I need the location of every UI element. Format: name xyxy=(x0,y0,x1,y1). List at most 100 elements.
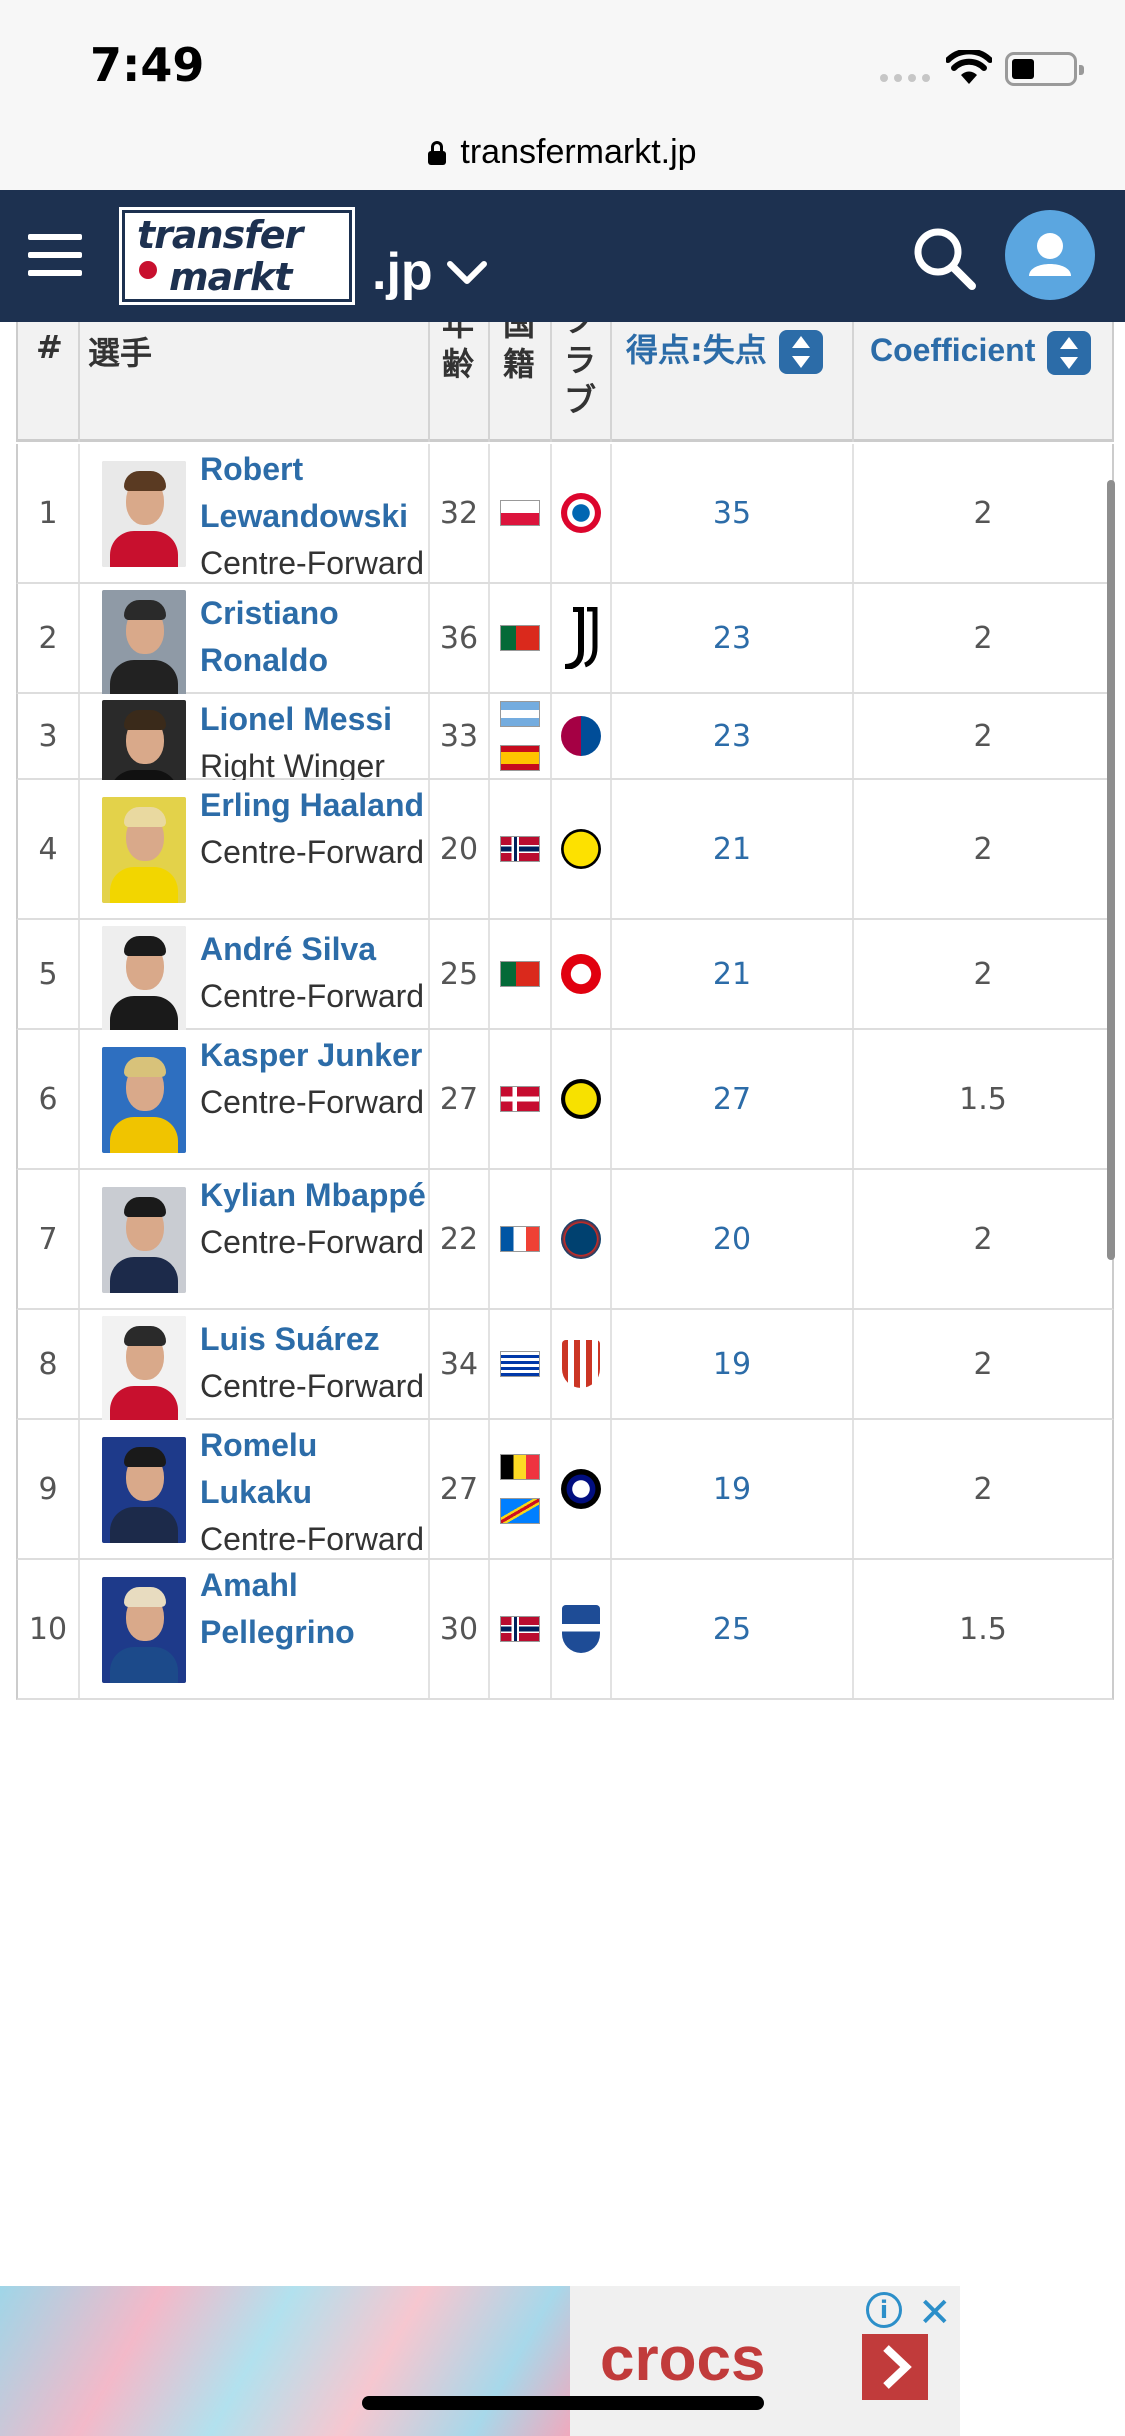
rank-value: 2 xyxy=(38,620,58,656)
player-photo[interactable] xyxy=(102,1577,186,1683)
player-name-link[interactable]: Amahl Pellegrino xyxy=(200,1562,428,1656)
poland-flag-icon[interactable] xyxy=(500,500,540,526)
column-goals-sort[interactable]: 得点:失点 xyxy=(612,322,854,442)
coefficient-cell: 2 xyxy=(854,584,1112,692)
norway-flag-icon[interactable] xyxy=(500,1616,540,1642)
rank-value: 7 xyxy=(38,1221,58,1257)
psg-crest-icon[interactable] xyxy=(561,1219,601,1259)
goals-link[interactable]: 21 xyxy=(713,957,751,992)
user-account-icon[interactable] xyxy=(1005,210,1095,300)
goals-link[interactable]: 21 xyxy=(713,832,751,867)
player-name-link[interactable]: Erling Haaland xyxy=(200,782,428,829)
table-row: 9 Romelu Lukaku Centre-Forward 27 19 2 xyxy=(16,1420,1114,1560)
column-nationality-label: 国 籍 xyxy=(503,322,536,383)
atletico-crest-icon[interactable] xyxy=(562,1340,600,1388)
rank-cell: 5 xyxy=(18,920,80,1028)
player-position: Centre-Forward xyxy=(200,1084,425,1120)
inter-crest-icon[interactable] xyxy=(561,1469,601,1509)
ad-arrow-icon[interactable] xyxy=(862,2334,928,2400)
age-value: 33 xyxy=(439,718,479,754)
age-cell: 27 xyxy=(430,1030,490,1168)
club-cell xyxy=(552,1310,612,1418)
player-photo[interactable] xyxy=(102,1187,186,1293)
kristiansund-crest-icon[interactable] xyxy=(562,1605,600,1653)
chevron-down-icon[interactable] xyxy=(446,258,488,288)
player-name-link[interactable]: Kylian Mbappé xyxy=(200,1172,428,1219)
argentina-flag-icon[interactable] xyxy=(500,701,540,727)
goals-link[interactable]: 35 xyxy=(713,496,751,531)
sort-icon[interactable] xyxy=(778,330,823,374)
nationality-cell xyxy=(490,444,552,582)
frankfurt-crest-icon[interactable] xyxy=(561,954,601,994)
age-cell: 25 xyxy=(430,920,490,1028)
player-photo[interactable] xyxy=(102,461,186,567)
barcelona-crest-icon[interactable] xyxy=(561,716,601,756)
menu-icon[interactable] xyxy=(28,234,82,276)
dortmund-crest-icon[interactable] xyxy=(561,829,601,869)
uruguay-flag-icon[interactable] xyxy=(500,1351,540,1377)
player-name-link[interactable]: Lionel Messi xyxy=(200,696,428,743)
juventus-crest-icon[interactable] xyxy=(559,607,603,669)
goals-link[interactable]: 20 xyxy=(713,1222,751,1257)
goals-link[interactable]: 25 xyxy=(713,1612,751,1647)
age-value: 20 xyxy=(439,831,479,867)
nationality-cell xyxy=(490,694,552,778)
table-row: 3 Lionel Messi Right Winger 33 23 2 xyxy=(16,694,1114,806)
player-photo[interactable] xyxy=(102,926,186,1032)
club-cell xyxy=(552,1560,612,1698)
age-value: 27 xyxy=(439,1081,479,1117)
player-name-link[interactable]: Robert Lewandowski xyxy=(200,446,428,540)
congo-flag-icon[interactable] xyxy=(500,1498,540,1524)
age-cell: 32 xyxy=(430,444,490,582)
rank-value: 1 xyxy=(38,495,58,531)
goals-link[interactable]: 19 xyxy=(713,1347,751,1382)
goals-link[interactable]: 19 xyxy=(713,1472,751,1507)
belgium-flag-icon[interactable] xyxy=(500,1454,540,1480)
player-position: Centre-Forward xyxy=(200,1368,425,1404)
spain-flag-icon[interactable] xyxy=(500,745,540,771)
player-photo[interactable] xyxy=(102,797,186,903)
column-nationality: 国 籍 xyxy=(490,322,552,442)
search-icon[interactable] xyxy=(910,224,980,294)
scrollbar[interactable] xyxy=(1107,480,1115,1260)
player-name-link[interactable]: Cristiano Ronaldo xyxy=(200,590,428,684)
site-logo[interactable]: transfer markt xyxy=(119,207,355,305)
player-photo[interactable] xyxy=(102,1047,186,1153)
player-photo[interactable] xyxy=(102,1316,186,1422)
goals-link[interactable]: 27 xyxy=(713,1082,751,1117)
player-name-link[interactable]: André Silva xyxy=(200,926,428,973)
coefficient-cell: 2 xyxy=(854,1310,1112,1418)
column-coefficient-sort[interactable]: Coefficient xyxy=(854,322,1112,442)
address-bar[interactable]: transfermarkt.jp xyxy=(0,115,1125,190)
bayern-crest-icon[interactable] xyxy=(561,493,601,533)
table-header: # 選手 年 齢 国 籍 ク ラ ブ 得点:失点 Coefficient xyxy=(16,322,1114,442)
portugal-flag-icon[interactable] xyxy=(500,961,540,987)
rank-cell: 3 xyxy=(18,694,80,778)
club-cell xyxy=(552,584,612,692)
age-cell: 30 xyxy=(430,1560,490,1698)
ad-brand: crocs xyxy=(600,2325,766,2394)
portugal-flag-icon[interactable] xyxy=(500,625,540,651)
player-position: Centre-Forward xyxy=(200,545,425,581)
goals-link[interactable]: 23 xyxy=(713,621,751,656)
goals-cell: 23 xyxy=(612,694,854,778)
player-name-link[interactable]: Luis Suárez xyxy=(200,1316,428,1363)
norway-flag-icon[interactable] xyxy=(500,836,540,862)
player-photo[interactable] xyxy=(102,590,186,696)
coefficient-cell: 2 xyxy=(854,694,1112,778)
ad-close-icon[interactable]: ✕ xyxy=(918,2290,952,2336)
denmark-flag-icon[interactable] xyxy=(500,1086,540,1112)
ad-info-icon[interactable]: i xyxy=(866,2292,902,2328)
logo-text-bottom: markt xyxy=(169,255,292,299)
goals-link[interactable]: 23 xyxy=(713,719,751,754)
ad-banner[interactable]: crocs i ✕ xyxy=(0,2286,960,2436)
domain-selector-label[interactable]: .jp xyxy=(372,242,433,302)
player-photo[interactable] xyxy=(102,1437,186,1543)
player-name-link[interactable]: Kasper Junker xyxy=(200,1032,428,1079)
player-cell: Lionel Messi Right Winger xyxy=(80,694,430,806)
player-name-link[interactable]: Romelu Lukaku xyxy=(200,1422,428,1516)
sort-icon[interactable] xyxy=(1047,330,1092,375)
coefficient-value: 2 xyxy=(973,620,993,656)
france-flag-icon[interactable] xyxy=(500,1226,540,1252)
bodo-glimt-crest-icon[interactable] xyxy=(561,1079,601,1119)
